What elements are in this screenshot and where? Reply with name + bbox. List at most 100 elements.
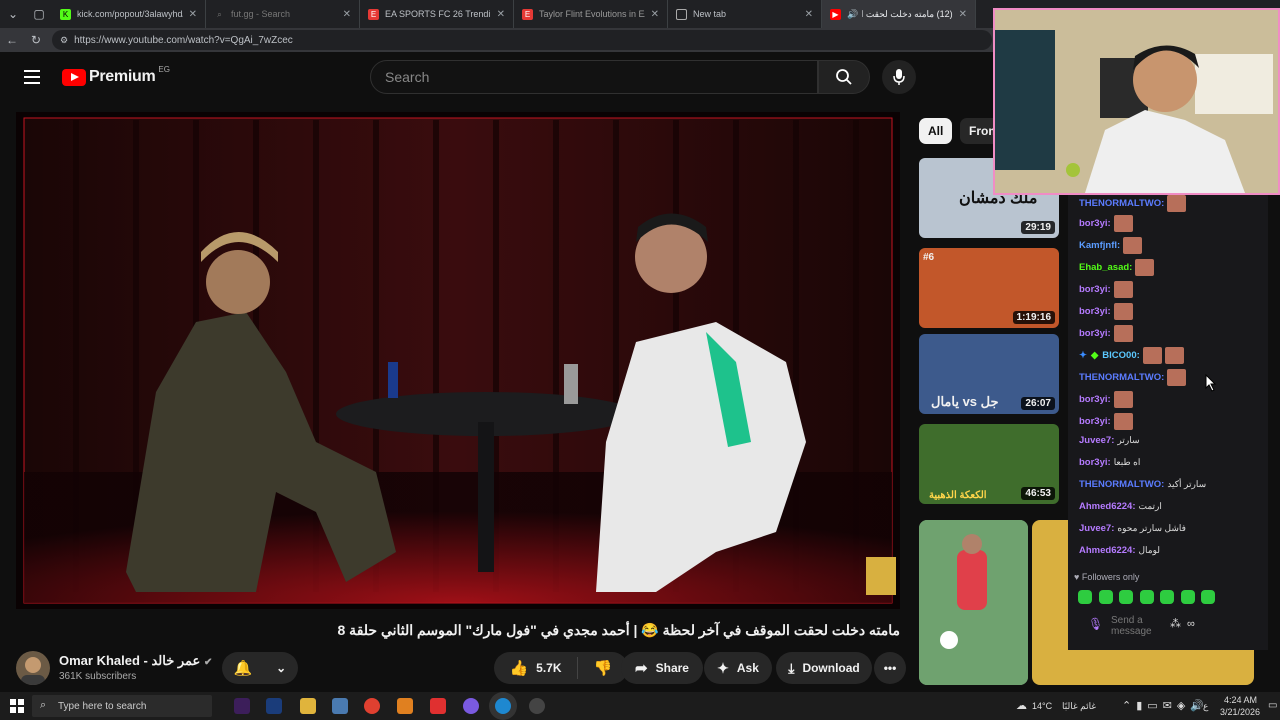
emote-button[interactable] <box>1139 590 1154 604</box>
like-button[interactable]: 👍 5.7K <box>494 657 578 679</box>
chat-message: ✦ ◆ BICO00: <box>1079 347 1184 364</box>
video-player[interactable] <box>16 112 900 609</box>
ask-button[interactable]: ✦ Ask <box>704 652 772 684</box>
close-tab-icon[interactable]: ✕ <box>959 9 967 20</box>
taskbar-search-input[interactable]: ⌕ Type here to search <box>32 695 212 717</box>
short-thumbnail[interactable] <box>919 520 1028 685</box>
back-icon[interactable]: ← <box>0 33 24 47</box>
followers-only-notice: ♥ Followers only <box>1074 572 1140 582</box>
kick-favicon-icon: K <box>60 8 71 20</box>
search-favicon-icon: ⌕ <box>217 9 222 19</box>
video-duration: 29:19 <box>1021 221 1055 234</box>
chat-message: Kamfjnfl: <box>1079 237 1143 254</box>
chat-emote <box>1164 347 1184 364</box>
vlc-icon[interactable] <box>397 698 413 714</box>
channel-name[interactable]: Omar Khaled - عمر خالد ✔ <box>59 653 212 669</box>
chat-message: bor3yi: اه طبعا <box>1079 457 1141 468</box>
voice-search-button[interactable] <box>882 60 916 94</box>
chat-tools-icons[interactable]: ⁂∞ <box>1170 617 1201 630</box>
verified-icon: ✔ <box>203 657 213 668</box>
chrome-icon[interactable] <box>364 698 380 714</box>
reload-icon[interactable]: ↻ <box>24 33 48 47</box>
chat-emote <box>1167 369 1187 386</box>
menu-icon[interactable] <box>24 70 40 84</box>
browser-tab-active[interactable]: ▶ 🔊 (12) مامته دخلت لحقت الموقف✕ <box>822 0 976 28</box>
emote-button[interactable] <box>1119 590 1133 604</box>
app-icon[interactable] <box>430 698 446 714</box>
windows-start-icon[interactable] <box>10 699 24 713</box>
ea-favicon-icon: E <box>368 8 379 20</box>
tab-search-icon[interactable]: ⌄ <box>0 0 26 28</box>
browser-tab[interactable]: E EA SPORTS FC 26 Trending Evolut✕ <box>360 0 514 28</box>
chat-message: bor3yi: <box>1079 413 1133 430</box>
close-tab-icon[interactable]: ✕ <box>805 9 813 20</box>
video-duration: 26:07 <box>1021 397 1055 410</box>
recommendation-thumbnail[interactable]: الكعكة الذهبية 46:53 <box>919 424 1059 504</box>
chat-emote <box>1167 195 1187 212</box>
share-button[interactable]: ➦ Share <box>621 652 703 684</box>
microphone-icon[interactable]: 🎙 <box>1088 617 1103 631</box>
browser-tab[interactable]: K kick.com/popout/3alawyhd/✕ <box>52 0 206 28</box>
app-icon[interactable] <box>529 698 545 714</box>
url-field[interactable]: ⚙ https://www.youtube.com/watch?v=QgAi_7… <box>52 30 992 50</box>
chat-message: Ahmed6224: ارتمت <box>1079 501 1162 512</box>
thumbs-down-icon: 👎 <box>593 660 613 677</box>
emote-button[interactable] <box>1180 590 1195 604</box>
video-title: مامته دخلت لحقت الموقف في آخر لحظة 😂 | أ… <box>337 622 901 638</box>
browser-tab[interactable]: New tab ✕ <box>668 0 822 28</box>
video-duration: 46:53 <box>1021 487 1055 500</box>
more-horizontal-icon: ••• <box>883 661 897 675</box>
youtube-favicon-icon: ▶ <box>830 8 841 20</box>
site-info-icon[interactable]: ⚙ <box>60 35 68 46</box>
app-icon[interactable] <box>463 698 479 714</box>
app-icon[interactable] <box>332 698 348 714</box>
chip-all[interactable]: All <box>919 118 953 144</box>
thumbs-up-icon: 👍 <box>509 660 529 677</box>
emote-button[interactable] <box>1160 590 1174 604</box>
bell-icon: 🔔 <box>233 660 253 677</box>
emote-button[interactable] <box>1078 590 1092 604</box>
chat-emote <box>1113 215 1133 232</box>
edge-icon[interactable] <box>495 698 511 714</box>
audio-playing-icon[interactable]: 🔊 <box>847 9 858 20</box>
close-tab-icon[interactable]: ✕ <box>343 9 351 20</box>
close-tab-icon[interactable]: ✕ <box>497 9 505 20</box>
download-icon: ⤓ <box>788 659 795 676</box>
system-tray: ☁ 14°C غائم غالبًا ⌃▮▭✉◈🔊 ع 4:24 AM 3/21… <box>1016 695 1278 717</box>
video-frame <box>16 112 900 609</box>
browser-tab[interactable]: ⌕ fut.gg - Search ✕ <box>206 0 360 28</box>
search-icon: ⌕ <box>40 699 47 711</box>
download-button[interactable]: ⤓ Download <box>776 652 872 684</box>
notifications-icon[interactable]: ▭ <box>1268 700 1277 711</box>
chat-message: bor3yi: <box>1079 325 1133 342</box>
workspaces-icon[interactable]: ▢ <box>26 0 52 28</box>
subscribed-notifications-button[interactable]: 🔔 ⌄ <box>222 652 298 684</box>
youtube-logo[interactable]: Premium EG <box>62 65 170 86</box>
sparkle-icon: ✦ <box>717 659 729 676</box>
recommendation-thumbnail[interactable]: #6 1:19:16 <box>919 248 1059 328</box>
premiere-icon[interactable] <box>234 698 250 714</box>
more-actions-button[interactable]: ••• <box>874 652 906 684</box>
search-button[interactable] <box>818 60 870 94</box>
emote-button[interactable] <box>1201 590 1215 604</box>
emote-button[interactable] <box>1098 590 1113 604</box>
like-dislike-group: 👍 5.7K 👎 <box>494 652 628 684</box>
chat-input[interactable]: 🎙 Send a message ⁂∞ <box>1080 613 1240 639</box>
browser-tab[interactable]: E Taylor Flint Evolutions in EA FC 2✕ <box>514 0 668 28</box>
ea-favicon-icon: E <box>522 8 533 20</box>
close-tab-icon[interactable]: ✕ <box>189 9 197 20</box>
file-explorer-icon[interactable] <box>300 698 316 714</box>
chat-emote <box>1113 413 1133 430</box>
search-input[interactable]: Search <box>370 60 818 94</box>
close-tab-icon[interactable]: ✕ <box>651 9 659 20</box>
recommendation-thumbnail[interactable]: جل vs يامال 26:07 <box>919 334 1059 414</box>
chat-message: bor3yi: <box>1079 281 1133 298</box>
chat-message: Juvee7: سارتر <box>1079 435 1140 446</box>
photoshop-icon[interactable] <box>266 698 282 714</box>
badge-icon: ◆ <box>1090 350 1099 361</box>
tray-icons[interactable]: ⌃▮▭✉◈🔊 <box>1122 699 1209 712</box>
chevron-down-icon: ⌄ <box>276 661 287 675</box>
channel-avatar[interactable] <box>16 651 50 685</box>
channel-row: Omar Khaled - عمر خالد ✔ 361K subscriber… <box>16 651 906 687</box>
chat-message: THENORMALTWO: <box>1079 195 1187 212</box>
